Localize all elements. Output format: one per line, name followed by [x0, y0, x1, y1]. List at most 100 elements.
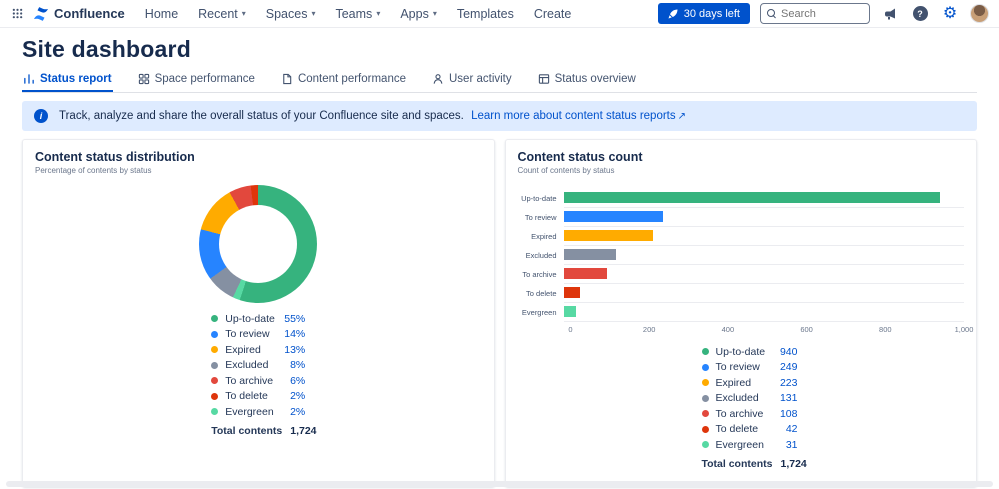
tab-user-activity[interactable]: User activity — [431, 71, 513, 92]
nav-item-create[interactable]: Create — [534, 7, 572, 21]
legend-value: 223 — [780, 377, 798, 389]
bar-row: To archive — [518, 265, 965, 284]
settings-button[interactable]: ⚙ — [940, 4, 960, 24]
help-button[interactable]: ? — [910, 4, 930, 24]
card-title: Content status distribution — [35, 150, 482, 164]
rocket-icon — [668, 9, 678, 19]
nav-item-home[interactable]: Home — [145, 7, 178, 21]
total-value: 1,724 — [780, 458, 806, 470]
axis-tick-label: 400 — [722, 325, 735, 334]
announcements-button[interactable] — [880, 4, 900, 24]
bar-category-label: To delete — [518, 284, 564, 303]
legend-dot — [211, 408, 218, 415]
learn-more-link[interactable]: Learn more about content status reports — [471, 110, 676, 122]
legend-dot — [702, 395, 709, 402]
legend-value: 6% — [290, 375, 305, 387]
info-banner: i Track, analyze and share the overall s… — [22, 101, 977, 131]
bar-track — [564, 227, 965, 246]
legend-label: To delete — [716, 423, 778, 435]
top-navigation: Confluence Home Recent▾ Spaces▾ Teams▾ A… — [0, 0, 999, 28]
search-icon — [767, 9, 776, 18]
legend-value: 249 — [780, 361, 798, 373]
tab-status-overview[interactable]: Status overview — [537, 71, 637, 92]
legend-value: 13% — [284, 344, 305, 356]
bar — [564, 268, 607, 279]
chevron-down-icon: ▾ — [311, 9, 315, 18]
user-icon — [432, 73, 444, 85]
banner-text: Track, analyze and share the overall sta… — [59, 110, 464, 122]
legend-label: Evergreen — [225, 406, 282, 418]
bar-track — [564, 284, 965, 303]
chevron-down-icon: ▾ — [376, 9, 380, 18]
dashboard-tabs: Status report Space performance Content … — [22, 71, 977, 93]
legend-label: To archive — [225, 375, 282, 387]
donut-chart-wrap — [199, 185, 317, 303]
nav-actions: 30 days left ? ⚙ — [658, 3, 989, 24]
bar — [564, 306, 576, 317]
gear-icon: ⚙ — [943, 6, 957, 22]
bar — [564, 192, 940, 203]
nav-item-apps[interactable]: Apps▾ — [400, 7, 437, 21]
legend-value: 108 — [780, 408, 798, 420]
bar-row: Up-to-date — [518, 189, 965, 208]
content-status-count-card: Content status count Count of contents b… — [505, 139, 978, 487]
page-title: Site dashboard — [22, 36, 977, 63]
legend-value: 31 — [786, 439, 798, 451]
nav-item-spaces[interactable]: Spaces▾ — [266, 7, 316, 21]
count-legend: Up-to-date940To review249Expired223Exclu… — [702, 344, 798, 473]
legend-item: Up-to-date940 — [702, 344, 798, 360]
axis-tick-label: 0 — [568, 325, 572, 334]
app-switcher-icon[interactable] — [10, 6, 25, 21]
search-box[interactable] — [760, 3, 870, 24]
external-link-icon: ↗ — [678, 111, 686, 122]
trial-days-button[interactable]: 30 days left — [658, 3, 750, 24]
tab-status-report[interactable]: Status report — [22, 71, 113, 92]
bar-track — [564, 246, 965, 265]
legend-item: To review249 — [702, 360, 798, 376]
legend-label: To delete — [225, 390, 282, 402]
bar — [564, 211, 664, 222]
document-icon — [281, 73, 293, 85]
legend-dot — [702, 348, 709, 355]
bar-category-label: Evergreen — [518, 303, 564, 322]
chevron-down-icon: ▾ — [242, 9, 246, 18]
axis-tick-label: 200 — [643, 325, 656, 334]
legend-value: 55% — [284, 313, 305, 325]
content-status-distribution-card: Content status distribution Percentage o… — [22, 139, 495, 487]
nav-item-teams[interactable]: Teams▾ — [335, 7, 380, 21]
bar-category-label: Expired — [518, 227, 564, 246]
confluence-home-link[interactable]: Confluence — [33, 6, 125, 22]
legend-value: 8% — [290, 359, 305, 371]
legend-dot — [211, 377, 218, 384]
main-content: Site dashboard Status report Space perfo… — [0, 36, 999, 487]
legend-label: Excluded — [225, 359, 282, 371]
total-label: Total contents — [211, 425, 282, 437]
tab-content-performance[interactable]: Content performance — [280, 71, 407, 92]
legend-dot — [702, 410, 709, 417]
legend-dot — [211, 393, 218, 400]
legend-dot — [702, 364, 709, 371]
dashboard-cards: Content status distribution Percentage o… — [22, 139, 977, 487]
user-avatar[interactable] — [970, 4, 989, 23]
tab-space-performance[interactable]: Space performance — [137, 71, 256, 92]
legend-label: To archive — [716, 408, 772, 420]
nav-item-recent[interactable]: Recent▾ — [198, 7, 246, 21]
legend-value: 42 — [786, 423, 798, 435]
search-input[interactable] — [781, 8, 863, 20]
brand-name: Confluence — [54, 6, 125, 21]
legend-item: To archive 108 — [702, 406, 798, 422]
bar-row: Excluded — [518, 246, 965, 265]
bar — [564, 230, 653, 241]
legend-dot — [702, 441, 709, 448]
bar-track — [564, 208, 965, 227]
bar-row: To delete — [518, 284, 965, 303]
total-value: 1,724 — [290, 425, 316, 437]
legend-label: Expired — [225, 344, 276, 356]
nav-item-templates[interactable]: Templates — [457, 7, 514, 21]
legend-dot — [211, 362, 218, 369]
bar-chart-x-axis: 02004006008001,000 — [571, 322, 965, 335]
horizontal-scrollbar[interactable] — [6, 481, 993, 487]
total-label: Total contents — [702, 458, 773, 470]
bar-chart: Up-to-dateTo reviewExpiredExcludedTo arc… — [518, 189, 965, 322]
primary-nav: Home Recent▾ Spaces▾ Teams▾ Apps▾ Templa… — [145, 7, 572, 21]
